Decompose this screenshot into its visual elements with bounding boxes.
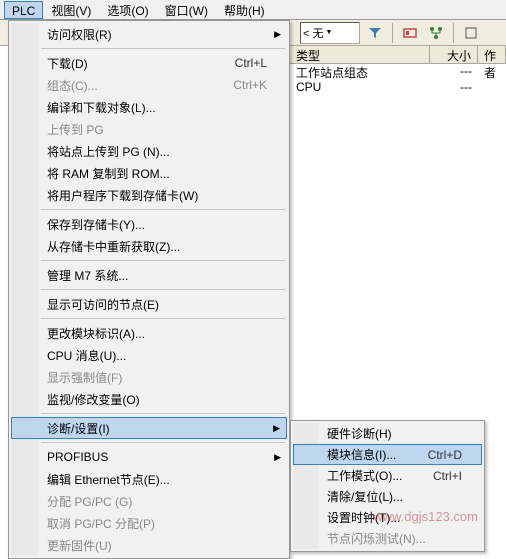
chevron-down-icon: ▼ <box>325 29 332 36</box>
menu-label: 将用户程序下载到存储卡(W) <box>47 187 267 204</box>
diag-submenu: 硬件诊断(H)模块信息(I)...Ctrl+D工作模式(O)...Ctrl+I清… <box>290 420 485 552</box>
menu-label: 更改模块标识(A)... <box>47 325 267 342</box>
cell-name: CPU <box>290 80 430 96</box>
menu-item[interactable]: 将用户程序下载到存储卡(W) <box>39 184 287 206</box>
table-row[interactable]: CPU --- <box>290 80 506 96</box>
menu-label: 编译和下载对象(L)... <box>47 99 267 116</box>
menubar-plc[interactable]: PLC <box>4 1 43 19</box>
toolbar-separator <box>392 23 393 43</box>
menu-label: 将 RAM 复制到 ROM... <box>47 165 267 182</box>
menu-label: 下载(D) <box>47 55 235 72</box>
menu-label: 显示强制值(F) <box>47 369 267 386</box>
filter-text: < 无 <box>303 25 323 41</box>
menu-item[interactable]: 编辑 Ethernet节点(E)... <box>39 468 287 490</box>
menu-label: 更新固件(U) <box>47 537 267 554</box>
cell-size: --- <box>430 80 478 96</box>
menu-item: 上传到 PG <box>39 118 287 140</box>
chevron-right-icon: ▶ <box>274 452 281 463</box>
menubar-help[interactable]: 帮助(H) <box>216 1 273 19</box>
menu-item[interactable]: 下载(D)Ctrl+L <box>39 52 287 74</box>
menu-separator <box>41 48 285 49</box>
menu-label: 设置时钟(T)... <box>327 509 462 526</box>
chevron-right-icon: ▶ <box>274 29 281 40</box>
filter-icon[interactable] <box>364 22 386 44</box>
menu-label: 编辑 Ethernet节点(E)... <box>47 471 267 488</box>
menu-item[interactable]: CPU 消息(U)... <box>39 344 287 366</box>
menu-shortcut: Ctrl+K <box>233 78 267 92</box>
menu-label: CPU 消息(U)... <box>47 347 267 364</box>
menu-item: 取消 PG/PC 分配(P) <box>39 512 287 534</box>
menu-shortcut: Ctrl+D <box>428 448 462 462</box>
module-icon[interactable] <box>399 22 421 44</box>
network-icon[interactable] <box>425 22 447 44</box>
menu-label: 取消 PG/PC 分配(P) <box>47 515 267 532</box>
menu-label: 显示可访问的节点(E) <box>47 296 267 313</box>
menu-item[interactable]: 更改模块标识(A)... <box>39 322 287 344</box>
col-author[interactable]: 作者 <box>478 46 506 63</box>
menu-item: 分配 PG/PC (G) <box>39 490 287 512</box>
menu-separator <box>41 413 285 414</box>
menu-label: 组态(C)... <box>47 77 233 94</box>
menu-item[interactable]: 保存到存储卡(Y)... <box>39 213 287 235</box>
menubar-view[interactable]: 视图(V) <box>43 1 99 19</box>
toolbar-separator <box>453 23 454 43</box>
menu-label: 工作模式(O)... <box>327 467 433 484</box>
menu-label: 诊断/设置(I) <box>47 420 267 437</box>
menu-label: 监视/修改变量(O) <box>47 391 267 408</box>
menu-item: 显示强制值(F) <box>39 366 287 388</box>
cell-size: --- <box>430 64 478 80</box>
menu-item[interactable]: 工作模式(O)...Ctrl+I <box>319 465 482 486</box>
menu-item[interactable]: PROFIBUS ▶ <box>39 446 287 468</box>
menu-item: 组态(C)...Ctrl+K <box>39 74 287 96</box>
chevron-right-icon: ▶ <box>273 423 280 434</box>
menu-item[interactable]: 从存储卡中重新获取(Z)... <box>39 235 287 257</box>
menu-item[interactable]: 访问权限(R) ▶ <box>39 23 287 45</box>
menu-label: 管理 M7 系统... <box>47 267 267 284</box>
menu-separator <box>41 289 285 290</box>
menu-item[interactable]: 诊断/设置(I) ▶ <box>11 417 287 439</box>
menu-item: 节点闪烁测试(N)... <box>319 528 482 549</box>
menu-label: 分配 PG/PC (G) <box>47 493 267 510</box>
menu-item[interactable]: 硬件诊断(H) <box>319 423 482 444</box>
menu-separator <box>41 260 285 261</box>
menu-label: 从存储卡中重新获取(Z)... <box>47 238 267 255</box>
table-row[interactable]: 工作站点组态 --- <box>290 64 506 80</box>
col-size[interactable]: 大小 <box>430 46 478 63</box>
menu-label: 清除/复位(L)... <box>327 488 462 505</box>
menu-shortcut: Ctrl+L <box>235 56 267 70</box>
menubar-window[interactable]: 窗口(W) <box>157 1 216 19</box>
menu-label: 保存到存储卡(Y)... <box>47 216 267 233</box>
menu-item[interactable]: 显示可访问的节点(E) <box>39 293 287 315</box>
menu-item[interactable]: 编译和下载对象(L)... <box>39 96 287 118</box>
menu-item[interactable]: 模块信息(I)...Ctrl+D <box>293 444 482 465</box>
menu-label: 硬件诊断(H) <box>327 425 462 442</box>
cell-name: 工作站点组态 <box>290 64 430 80</box>
menu-label: 上传到 PG <box>47 121 267 138</box>
menu-item: 更新固件(U) <box>39 534 287 556</box>
menu-separator <box>41 442 285 443</box>
menu-item[interactable]: 将 RAM 复制到 ROM... <box>39 162 287 184</box>
menu-item[interactable]: 清除/复位(L)... <box>319 486 482 507</box>
plc-dropdown: 访问权限(R)▶下载(D)Ctrl+L组态(C)...Ctrl+K编译和下载对象… <box>8 20 290 559</box>
menu-item[interactable]: 设置时钟(T)... <box>319 507 482 528</box>
menu-label: PROFIBUS <box>47 450 267 464</box>
col-type[interactable]: 类型 <box>290 46 430 63</box>
menu-item[interactable]: 将站点上传到 PG (N)... <box>39 140 287 162</box>
menu-shortcut: Ctrl+I <box>433 469 462 483</box>
filter-dropdown[interactable]: < 无▼ <box>300 22 360 44</box>
menubar: PLC 视图(V) 选项(O) 窗口(W) 帮助(H) <box>0 0 506 20</box>
menu-label: 模块信息(I)... <box>327 446 428 463</box>
table-header: 类型 大小 作者 <box>290 46 506 64</box>
menu-separator <box>41 318 285 319</box>
menu-item[interactable]: 监视/修改变量(O) <box>39 388 287 410</box>
menu-item[interactable]: 管理 M7 系统... <box>39 264 287 286</box>
menu-label: 将站点上传到 PG (N)... <box>47 143 267 160</box>
menubar-options[interactable]: 选项(O) <box>99 1 156 19</box>
menu-label: 访问权限(R) <box>47 26 267 43</box>
tool-icon[interactable] <box>460 22 482 44</box>
menu-separator <box>41 209 285 210</box>
menu-label: 节点闪烁测试(N)... <box>327 530 462 547</box>
